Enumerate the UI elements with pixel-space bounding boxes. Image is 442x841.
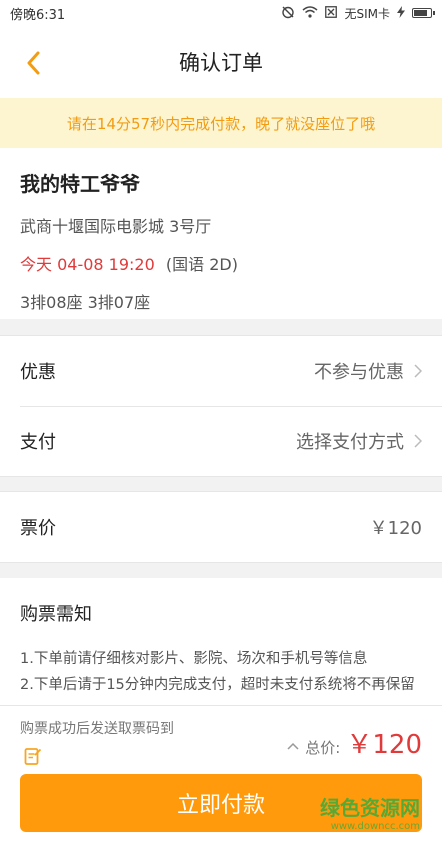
chevron-up-icon (287, 738, 299, 754)
payment-label: 支付 (20, 432, 56, 453)
showtime-language: (国语 2D) (165, 255, 238, 274)
payment-countdown-notice: 请在14分57秒内完成付款，晚了就没座位了哦 (0, 98, 442, 148)
chevron-right-icon (414, 364, 422, 378)
sms-notice: 购票成功后发送取票码到 (20, 721, 174, 737)
discount-value: 不参与优惠 (314, 362, 404, 383)
title-bar: 确认订单 (0, 26, 442, 98)
chevron-left-icon (27, 51, 40, 75)
movie-title: 我的特工爷爷 (20, 172, 140, 196)
ticket-price-value: ￥120 (369, 518, 422, 539)
showtime-date: 今天 04-08 19:20 (20, 255, 155, 274)
ticket-price-label: 票价 (20, 518, 56, 539)
bottom-bar: 购票成功后发送取票码到 总价: ￥120 立即付款 (0, 705, 442, 841)
pay-now-button[interactable]: 立即付款 (20, 774, 422, 832)
chevron-right-icon (414, 434, 422, 448)
showtime: 今天 04-08 19:20 (国语 2D) (20, 251, 422, 275)
ticket-price-row: 票价 ￥120 (0, 492, 442, 562)
carrier-text: 无SIM卡 (344, 6, 390, 21)
price-section: 票价 ￥120 (0, 491, 442, 563)
notes-line: 1.下单前请仔细核对影片、影院、场次和手机号等信息 (20, 651, 368, 667)
payment-value: 选择支付方式 (296, 432, 404, 453)
total-label: 总价: (305, 739, 341, 757)
wifi-icon (302, 5, 318, 21)
notes-title: 购票需知 (20, 604, 92, 625)
payment-method-row[interactable]: 支付 选择支付方式 (0, 406, 442, 476)
notes-line: 2.下单后请于15分钟内完成支付，超时未支付系统将不再保留 (20, 677, 415, 693)
status-bar: 傍晚6:31 无SIM卡 (0, 0, 442, 26)
discount-row[interactable]: 优惠 不参与优惠 (0, 336, 442, 406)
purchase-notes: 购票需知 1.下单前请仔细核对影片、影院、场次和手机号等信息 2.下单后请于15… (0, 578, 442, 718)
movie-info-card: 我的特工爷爷 武商十堰国际电影城 3号厅 今天 04-08 19:20 (国语 … (0, 148, 442, 319)
total-price[interactable]: 总价: ￥120 (287, 724, 422, 761)
edit-note-icon[interactable] (24, 746, 42, 766)
order-options: 优惠 不参与优惠 支付 选择支付方式 (0, 335, 442, 477)
discount-label: 优惠 (20, 362, 56, 383)
page-title: 确认订单 (179, 51, 263, 75)
back-button[interactable] (18, 48, 48, 78)
battery-icon (412, 8, 435, 18)
status-icons: 无SIM卡 (281, 5, 435, 22)
cinema-name: 武商十堰国际电影城 3号厅 (20, 217, 212, 236)
total-amount: ￥120 (346, 730, 422, 760)
alarm-off-icon (281, 5, 295, 22)
status-time: 傍晚6:31 (10, 7, 66, 23)
no-sim-icon (325, 5, 338, 21)
seat-numbers: 3排08座 3排07座 (20, 293, 151, 312)
charging-icon (397, 5, 405, 21)
